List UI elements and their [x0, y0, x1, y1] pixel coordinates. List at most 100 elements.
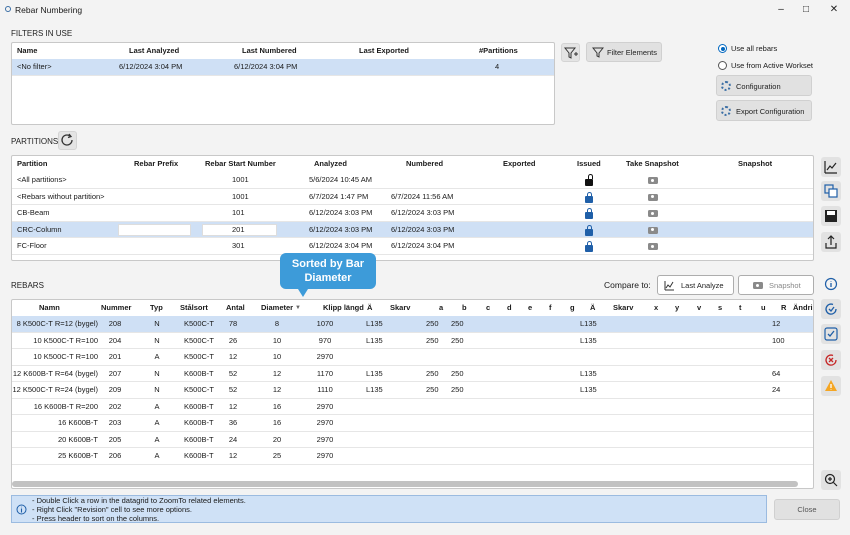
export-icon[interactable] [821, 232, 841, 252]
col-rebar-start-number[interactable]: Rebar Start Number [205, 156, 276, 172]
refresh-partitions-button[interactable] [58, 131, 77, 150]
col-last-analyzed[interactable]: Last Analyzed [129, 43, 179, 59]
rebar-col-header[interactable]: f [549, 300, 552, 316]
col-numbered[interactable]: Numbered [406, 156, 443, 172]
rebar-namn: 20 K600B-T [57, 434, 98, 444]
col-rebar-prefix[interactable]: Rebar Prefix [134, 156, 178, 172]
close-window-button[interactable]: ✕ [823, 2, 845, 18]
rebar-col-header[interactable]: v [697, 300, 701, 316]
rebar-stalsort: K500C-T [184, 352, 215, 361]
rebar-col-header[interactable]: g [570, 300, 575, 316]
col-snapshot[interactable]: Snapshot [738, 156, 772, 172]
rebar-col-header[interactable]: x [654, 300, 658, 316]
check-icon[interactable] [821, 324, 841, 344]
camera-icon[interactable] [648, 177, 658, 184]
rebar-namn: 12 K500C-T R=24 (bygel) [12, 385, 98, 394]
col-partitions[interactable]: #Partitions [479, 43, 518, 59]
rebar-col-header[interactable]: a [439, 300, 443, 316]
rebar-row[interactable]: 16 K600B-T R=200 202 A K600B-T 12 16 2970 [12, 399, 813, 415]
partition-row[interactable]: <All partitions> 1001 5/6/2024 10:45 AM [12, 172, 813, 189]
camera-icon[interactable] [648, 193, 658, 201]
lock-icon[interactable] [585, 241, 593, 252]
rebar-row[interactable]: 16 K600B-T 203 A K600B-T 36 16 2970 [12, 415, 813, 432]
col-issued[interactable]: Issued [577, 156, 601, 172]
rebar-row[interactable]: 8 K500C-T R=12 (bygel) 208 N K500C-T 78 8 1070… [12, 316, 813, 333]
col-last-exported[interactable]: Last Exported [359, 43, 409, 59]
snapshot-button[interactable]: Snapshot [738, 275, 814, 295]
rebar-col-header[interactable]: b [462, 300, 467, 316]
configuration-button[interactable]: Configuration [716, 75, 812, 96]
rebar-col-header[interactable]: Ä [590, 300, 595, 316]
zoom-in-icon[interactable] [821, 470, 841, 490]
rebar-col-header[interactable]: Klipp längd [323, 300, 364, 316]
rebar-col-header[interactable]: Ändrin [793, 300, 813, 316]
col-name[interactable]: Name [17, 43, 37, 59]
rebar-row[interactable]: 10 K500C-T R=100 204 N K500C-T 26 10 970 L135 25… [12, 333, 813, 349]
save-glyph [825, 210, 837, 222]
filter-icon [592, 47, 604, 58]
rebar-col-header[interactable]: s [718, 300, 722, 316]
rebar-row[interactable]: 12 K600B-T R=64 (bygel) 207 N K600B-T 52 12 11… [12, 366, 813, 382]
rebar-col-header[interactable]: c [486, 300, 490, 316]
rebar-col-header[interactable]: Ä [367, 300, 372, 316]
col-partition[interactable]: Partition [17, 156, 47, 172]
use-active-workset-radio[interactable] [718, 61, 727, 70]
rebar-col-header[interactable]: e [528, 300, 532, 316]
minimize-button[interactable]: – [770, 2, 792, 18]
rebar-col-header[interactable]: Antal [226, 300, 245, 316]
chart-icon[interactable] [821, 157, 841, 177]
info-icon[interactable] [821, 274, 841, 294]
rebar-row[interactable]: 12 K500C-T R=24 (bygel) 209 N K500C-T 52 12 11… [12, 382, 813, 399]
reset-icon[interactable] [821, 350, 841, 370]
rebar-col-header[interactable]: Diameter [261, 300, 293, 316]
col-last-numbered[interactable]: Last Numbered [242, 43, 297, 59]
rebar-row[interactable]: 20 K600B-T 205 A K600B-T 24 20 2970 [12, 432, 813, 448]
copy-icon[interactable] [821, 181, 841, 201]
rebar-a1: L135 [366, 368, 383, 378]
rebar-col-header[interactable]: t [739, 300, 742, 316]
rebar-b: 250 [451, 368, 464, 378]
save-icon[interactable] [821, 206, 841, 226]
partition-numbered: 6/7/2024 11:56 AM [391, 191, 454, 201]
unlock-icon[interactable] [585, 174, 593, 186]
rebar-col-header[interactable]: y [675, 300, 679, 316]
rebar-row[interactable]: 25 K600B-T 206 A K600B-T 12 25 2970 [12, 448, 813, 465]
camera-icon[interactable] [648, 243, 658, 250]
filter-add-button[interactable] [561, 43, 580, 62]
use-all-rebars-radio[interactable] [718, 44, 727, 53]
rebar-col-header[interactable]: Typ [150, 300, 163, 316]
filter-last-analyzed: 6/12/2024 3:04 PM [119, 62, 183, 71]
col-exported[interactable]: Exported [503, 156, 536, 172]
horizontal-scrollbar[interactable] [12, 481, 798, 487]
lock-icon[interactable] [585, 191, 593, 203]
partition-row[interactable]: FC-Floor 301 6/12/2024 3:04 PM 6/12/2024 3:… [12, 238, 813, 255]
camera-icon[interactable] [648, 210, 658, 217]
filter-elements-button[interactable]: Filter Elements [586, 42, 662, 62]
export-configuration-button[interactable]: Export Configuration [716, 100, 812, 121]
rebar-col-header[interactable]: R [781, 300, 786, 316]
rebar-col-header[interactable]: Nummer [101, 300, 131, 316]
col-take-snapshot[interactable]: Take Snapshot [626, 156, 679, 172]
col-analyzed[interactable]: Analyzed [314, 156, 347, 172]
rebar-col-header[interactable]: Namn [39, 300, 60, 316]
lock-icon[interactable] [585, 208, 593, 219]
lock-icon[interactable] [585, 224, 593, 236]
partition-row[interactable]: <Rebars without partition> 1001 6/7/2024 1… [12, 189, 813, 205]
rebar-stalsort: K600B-T [184, 418, 214, 427]
partition-row[interactable]: CRC-Column 201 6/12/2024 3:03 PM 6/12/2024 … [12, 221, 813, 238]
rebar-col-header[interactable]: d [507, 300, 512, 316]
last-analyze-button[interactable]: Last Analyze [657, 275, 734, 295]
rebar-col-header[interactable]: Stålsort [180, 300, 208, 316]
warning-icon[interactable] [821, 376, 841, 396]
filter-row[interactable]: <No filter> 6/12/2024 3:04 PM 6/12/2024 … [12, 59, 554, 76]
rebar-col-header[interactable]: Skarv [390, 300, 410, 316]
refresh-check-icon[interactable] [821, 299, 841, 319]
maximize-button[interactable]: □ [795, 2, 817, 18]
rebar-row[interactable]: 10 K500C-T R=100 201 A K500C-T 12 10 2970 [12, 349, 813, 366]
rebar-col-header[interactable]: u [761, 300, 766, 316]
close-button[interactable]: Close [774, 499, 840, 520]
rebar-col-header[interactable]: Skarv [613, 300, 633, 316]
rebar-prefix-input[interactable] [118, 223, 191, 236]
partition-row[interactable]: CB-Beam 101 6/12/2024 3:03 PM 6/12/2024 3:0… [12, 205, 813, 222]
camera-icon[interactable] [648, 226, 658, 234]
